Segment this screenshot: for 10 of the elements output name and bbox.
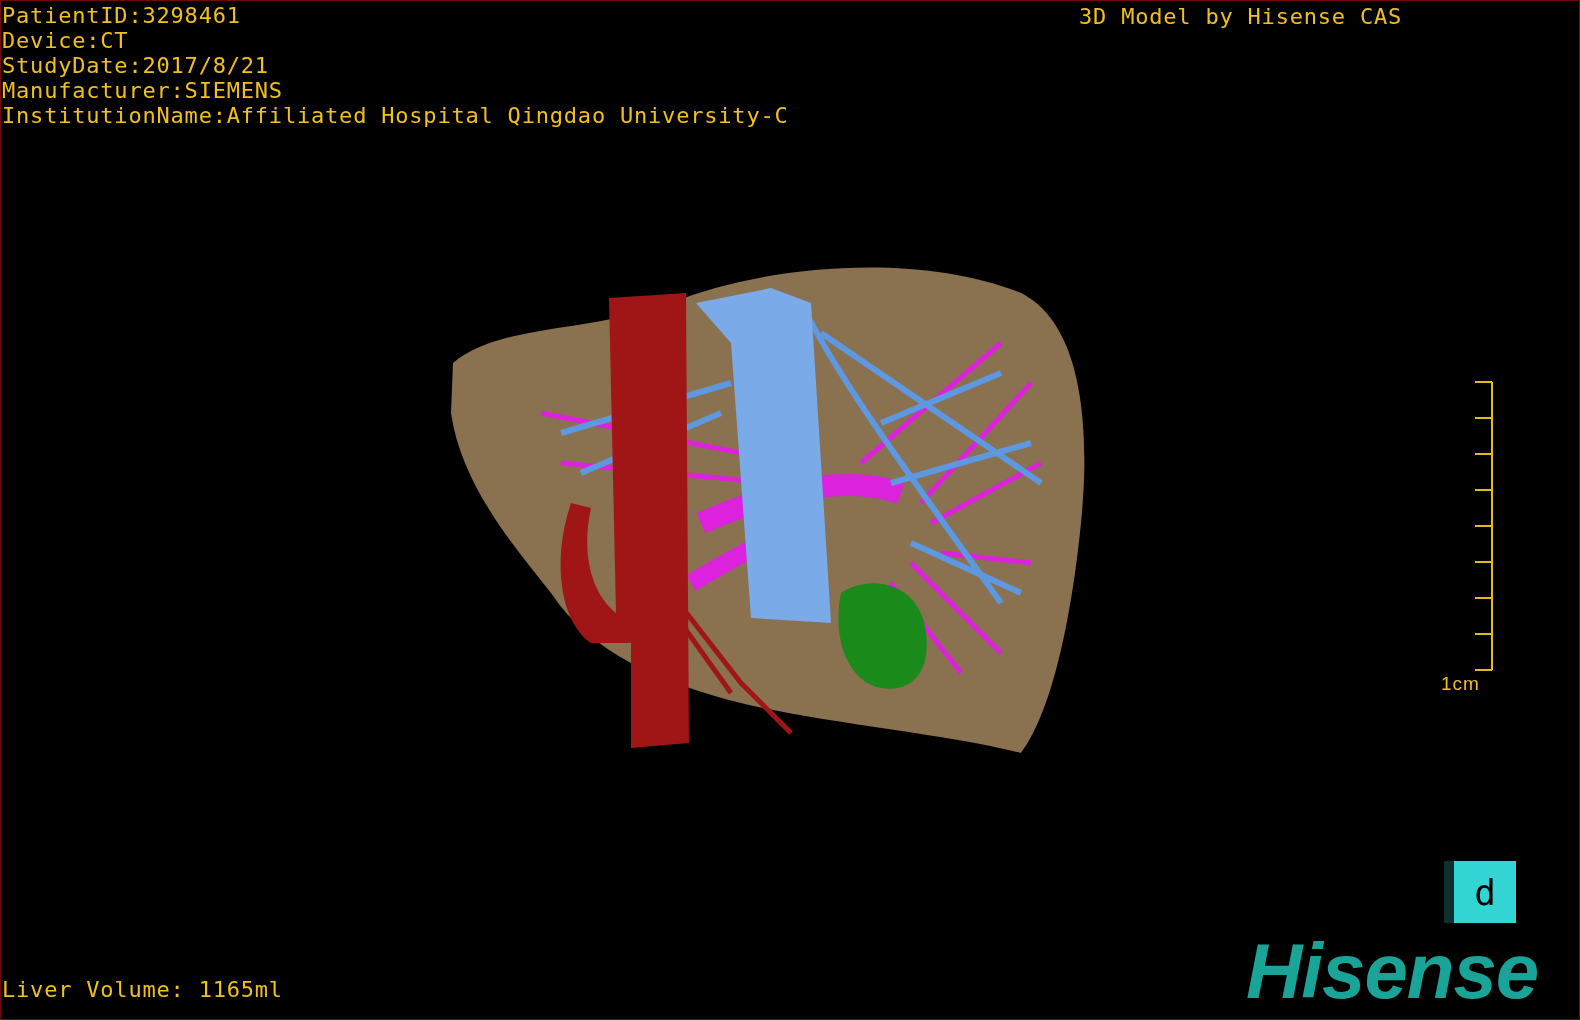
- brand-logo: Hisense: [1246, 931, 1539, 1011]
- patient-info-text: StudyDate:2017/8/21: [2, 53, 270, 78]
- model-credit: 3D Model by Hisense CAS: [1079, 4, 1403, 29]
- patient-info-text: Device:CT: [2, 28, 130, 53]
- liver-volume: Liver Volume: 1165ml: [2, 977, 283, 1002]
- patient-info-text: PatientID:3298461: [2, 3, 242, 28]
- scale-label: 1cm: [1441, 673, 1480, 695]
- patient-info-text: InstitutionName:Affiliated Hospital Qingdao University-C: [2, 103, 789, 128]
- render-viewport[interactable]: PatientID:3298461 Device:CT StudyDate:2017/8/21 Manufacturer:SIEMENS InstitutionName:Affiliated Hospital Qingdao University-C 3D Model by Hisense CAS 1cm d Liver Volume: 1165ml Hisense: [0, 0, 1580, 1020]
- patient-info-text: Manufacturer:SIEMENS: [2, 78, 284, 103]
